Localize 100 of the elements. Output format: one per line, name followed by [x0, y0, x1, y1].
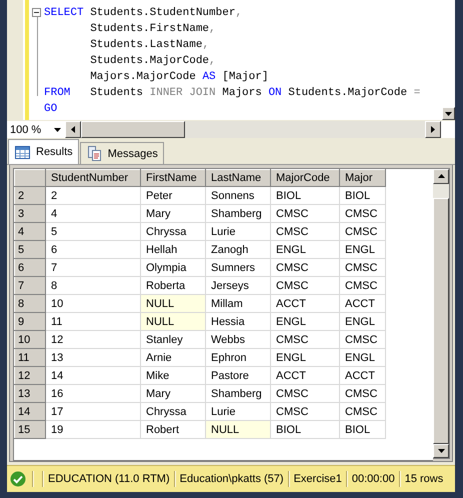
table-cell: Sonnens — [206, 186, 270, 205]
scroll-down-button[interactable] — [433, 444, 449, 458]
tab[interactable]: Messages — [80, 142, 164, 164]
document-icon — [86, 146, 102, 162]
success-icon — [10, 471, 26, 488]
column-header[interactable]: FirstName — [140, 170, 206, 187]
row-header[interactable]: 7 — [14, 276, 46, 295]
table-cell: Hellah — [140, 240, 206, 259]
table-cell: 14 — [46, 366, 140, 385]
table-cell: CMSC — [270, 276, 340, 295]
status-text: Exercise1 — [294, 473, 342, 486]
left-arrow-icon — [71, 126, 75, 134]
table-cell: 6 — [46, 240, 140, 259]
table-cell: Robert — [140, 420, 206, 439]
table-cell: Mary — [140, 204, 206, 223]
row-header[interactable]: 3 — [14, 204, 46, 223]
table-cell: Jerseys — [206, 276, 270, 295]
collapse-icon[interactable] — [32, 8, 41, 17]
table-cell: Mike — [140, 366, 206, 385]
table-cell: CMSC — [270, 402, 340, 421]
table-cell: 12 — [46, 330, 140, 349]
row-header[interactable]: 14 — [14, 402, 46, 421]
scroll-up-button[interactable] — [433, 169, 449, 184]
table-cell: NULL — [140, 294, 206, 313]
table-cell: NULL — [140, 312, 206, 331]
scroll-right-button[interactable] — [425, 121, 441, 138]
code-line: FROM Students INNER JOIN Majors ON Students.MajorCode = — [44, 86, 420, 101]
table-cell: CMSC — [270, 204, 340, 223]
row-header[interactable]: 5 — [14, 240, 46, 259]
status-text: EDUCATION (11.0 RTM) — [48, 473, 170, 486]
scroll-thumb[interactable] — [433, 198, 449, 444]
table-cell: ENGL — [340, 348, 386, 367]
table-cell: Chryssa — [140, 402, 206, 421]
table-cell: 4 — [46, 204, 140, 223]
table-cell: ACCT — [340, 366, 386, 385]
row-header[interactable]: 10 — [14, 330, 46, 349]
table-cell: Zanogh — [206, 240, 270, 259]
scroll-thumb[interactable] — [81, 121, 185, 138]
table-cell: Lurie — [206, 222, 270, 241]
table-cell: NULL — [206, 420, 270, 439]
tab[interactable]: Results — [8, 139, 79, 164]
table-cell: CMSC — [340, 258, 386, 277]
table-cell: Chryssa — [140, 222, 206, 241]
table-cell: 8 — [46, 276, 140, 295]
right-arrow-icon — [431, 126, 435, 134]
row-header[interactable]: 13 — [14, 384, 46, 403]
table-cell: Webbs — [206, 330, 270, 349]
table-cell: 2 — [46, 186, 140, 205]
table-cell: Hessia — [206, 312, 270, 331]
table-cell: Millam — [206, 294, 270, 313]
table-cell: CMSC — [340, 402, 386, 421]
table-cell: 7 — [46, 258, 140, 277]
code-line: GO — [44, 102, 58, 117]
table-cell: Sumners — [206, 258, 270, 277]
table-cell: Stanley — [140, 330, 206, 349]
table-cell: CMSC — [340, 384, 386, 403]
column-header[interactable]: MajorCode — [270, 170, 340, 187]
column-header[interactable]: StudentNumber — [46, 170, 140, 187]
caret-icon — [54, 128, 61, 132]
table-cell: ENGL — [270, 240, 340, 259]
scroll-left-button[interactable] — [65, 121, 81, 138]
table-cell: Peter — [140, 186, 206, 205]
table-cell: Olympia — [140, 258, 206, 277]
row-header[interactable]: 15 — [14, 420, 46, 439]
table-cell: CMSC — [270, 222, 340, 241]
status-text: Education\pkatts (57) — [180, 473, 284, 486]
column-header[interactable]: Major — [340, 170, 386, 187]
down-arrow-icon — [445, 112, 452, 116]
table-cell: CMSC — [270, 330, 340, 349]
table-cell: BIOL — [340, 420, 386, 439]
table-cell: Pastore — [206, 366, 270, 385]
row-header[interactable]: 2 — [14, 186, 46, 205]
code-line: Majors.MajorCode AS [Major] — [89, 70, 268, 85]
row-header[interactable]: 6 — [14, 258, 46, 277]
row-header[interactable]: 8 — [14, 294, 46, 313]
table-cell: 11 — [46, 312, 140, 331]
table-cell: CMSC — [270, 384, 340, 403]
code-line: Students.FirstName, — [89, 22, 216, 37]
row-header[interactable]: 11 — [14, 348, 46, 367]
table-cell: ENGL — [270, 348, 340, 367]
scroll-down-button[interactable] — [442, 107, 455, 120]
code-line: Students.LastName, — [89, 38, 210, 53]
table-cell: 17 — [46, 402, 140, 421]
column-header[interactable]: LastName — [206, 170, 270, 187]
status-text: 15 rows — [404, 473, 444, 486]
table-cell: CMSC — [270, 258, 340, 277]
row-header[interactable]: 12 — [14, 366, 46, 385]
table-cell: ENGL — [270, 312, 340, 331]
table-cell: ACCT — [270, 366, 340, 385]
table-cell: ACCT — [340, 294, 386, 313]
row-header[interactable]: 4 — [14, 222, 46, 241]
table-cell: Ephron — [206, 348, 270, 367]
table-cell: CMSC — [340, 222, 386, 241]
row-header[interactable]: 9 — [14, 312, 46, 331]
table-cell: ENGL — [340, 312, 386, 331]
table-cell: 10 — [46, 294, 140, 313]
table-cell: 13 — [46, 348, 140, 367]
table-cell: 19 — [46, 420, 140, 439]
table-cell: CMSC — [340, 204, 386, 223]
status-text: 00:00:00 — [352, 473, 395, 486]
